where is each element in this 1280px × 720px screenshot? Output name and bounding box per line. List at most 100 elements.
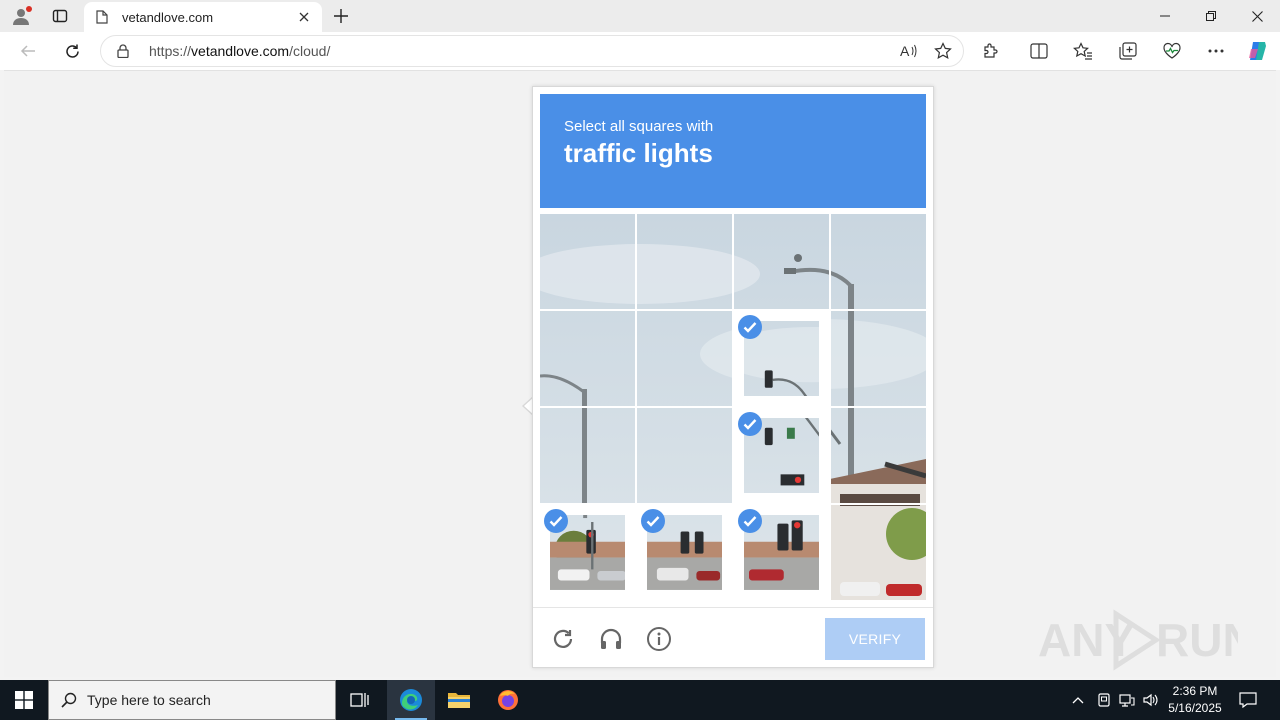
speaker-icon: [1143, 693, 1158, 707]
arrow-left-icon: [20, 45, 35, 57]
taskbar-search[interactable]: Type here to search: [48, 680, 336, 720]
captcha-tile[interactable]: [637, 505, 732, 600]
checkmark-icon: [738, 315, 762, 339]
meet-now-tray[interactable]: [1094, 680, 1114, 720]
browser-toolbar: https://vetandlove.com/cloud/ A: [0, 32, 1280, 70]
captcha-tile[interactable]: [540, 505, 635, 600]
edge-icon: [400, 689, 422, 711]
volume-tray[interactable]: [1140, 680, 1162, 720]
captcha-tile[interactable]: [540, 214, 635, 309]
split-screen-button[interactable]: [1025, 37, 1053, 65]
minimize-icon: [1160, 15, 1170, 17]
favorites-list-icon: [1073, 42, 1092, 60]
refresh-button[interactable]: [58, 37, 86, 65]
tile-image: [540, 408, 635, 503]
clock-date: 5/16/2025: [1168, 701, 1222, 715]
file-explorer-taskbar-app[interactable]: [435, 680, 483, 720]
url-host: vetandlove.com: [191, 43, 290, 59]
collections-icon: [1119, 42, 1137, 60]
notification-icon: [1239, 692, 1257, 708]
verify-button[interactable]: VERIFY: [825, 618, 925, 660]
captcha-tile[interactable]: [734, 214, 829, 309]
collections-button[interactable]: [1114, 37, 1142, 65]
windows-logo-icon: [15, 691, 33, 709]
profile-avatar[interactable]: [8, 4, 34, 28]
read-aloud-icon[interactable]: A: [895, 37, 923, 65]
windows-taskbar: Type here to search 2:36 PM 5/16/2025: [0, 680, 1280, 720]
close-icon: [1251, 10, 1263, 22]
svg-text:RUN: RUN: [1156, 614, 1238, 666]
new-tab-button[interactable]: [330, 5, 352, 27]
url-path: /cloud/: [289, 43, 331, 59]
taskbar-clock[interactable]: 2:36 PM 5/16/2025: [1160, 683, 1230, 717]
svg-text:A: A: [900, 43, 910, 59]
page-icon: [94, 9, 110, 25]
captcha-tile[interactable]: [831, 214, 926, 309]
copilot-button[interactable]: [1244, 37, 1272, 65]
anyrun-watermark: ANY RUN: [1038, 608, 1238, 672]
captcha-tile[interactable]: [831, 408, 926, 503]
show-hidden-icons-button[interactable]: [1068, 680, 1088, 720]
tab-actions-button[interactable]: [46, 4, 74, 28]
tab-actions-icon: [52, 9, 68, 23]
lock-icon[interactable]: [117, 43, 133, 59]
restore-button[interactable]: [1188, 0, 1234, 32]
notification-dot: [26, 6, 32, 12]
tile-image: [734, 214, 829, 309]
favorite-star-icon[interactable]: [929, 37, 957, 65]
close-window-button[interactable]: [1234, 0, 1280, 32]
tab-title: vetandlove.com: [122, 9, 214, 25]
info-icon: [647, 627, 671, 651]
captcha-image-grid: [540, 214, 926, 600]
captcha-tile[interactable]: [734, 408, 829, 503]
folder-icon: [448, 693, 470, 708]
extensions-button[interactable]: [977, 37, 1005, 65]
captcha-tile[interactable]: [831, 311, 926, 406]
url-text[interactable]: https://vetandlove.com/cloud/: [149, 43, 895, 59]
tile-image: [540, 214, 635, 309]
browser-essentials-button[interactable]: [1158, 37, 1186, 65]
captcha-challenge: Select all squares with traffic lights V…: [532, 86, 934, 668]
captcha-tile[interactable]: [637, 311, 732, 406]
settings-more-button[interactable]: [1202, 37, 1230, 65]
captcha-footer: VERIFY: [533, 607, 933, 668]
captcha-tile[interactable]: [637, 408, 732, 503]
close-tab-icon[interactable]: [296, 9, 312, 25]
captcha-header: Select all squares with traffic lights: [540, 94, 926, 208]
reload-challenge-button[interactable]: [548, 624, 578, 654]
anyrun-logo-icon: ANY RUN: [1038, 609, 1238, 671]
copilot-icon: [1249, 42, 1266, 60]
captcha-tile[interactable]: [540, 311, 635, 406]
captcha-target: traffic lights: [564, 138, 713, 168]
network-tray[interactable]: [1116, 680, 1138, 720]
tile-image: [540, 311, 635, 406]
headphones-icon: [600, 628, 622, 649]
restore-icon: [1206, 11, 1216, 21]
minimize-button[interactable]: [1142, 0, 1188, 32]
favorites-button[interactable]: [1069, 37, 1097, 65]
captcha-tile[interactable]: [831, 505, 926, 600]
captcha-tile[interactable]: [637, 214, 732, 309]
checkmark-icon: [641, 509, 665, 533]
tile-image: [637, 311, 732, 406]
edge-taskbar-app[interactable]: [387, 680, 435, 720]
checkmark-icon: [738, 412, 762, 436]
start-button[interactable]: [0, 680, 48, 720]
firefox-taskbar-app[interactable]: [484, 680, 532, 720]
captcha-tile[interactable]: [540, 408, 635, 503]
info-button[interactable]: [644, 624, 674, 654]
notifications-button[interactable]: [1234, 680, 1262, 720]
back-button[interactable]: [14, 37, 42, 65]
firefox-icon: [498, 690, 518, 710]
captcha-tile[interactable]: [734, 505, 829, 600]
browser-tab[interactable]: vetandlove.com: [84, 2, 322, 32]
url-scheme: https://: [149, 43, 192, 59]
audio-challenge-button[interactable]: [596, 624, 626, 654]
tab-bar: vetandlove.com: [0, 0, 1280, 32]
tile-image: [831, 408, 926, 503]
tile-image: [831, 505, 926, 600]
heartbeat-icon: [1163, 42, 1181, 59]
address-bar[interactable]: https://vetandlove.com/cloud/ A: [100, 35, 964, 67]
captcha-tile[interactable]: [734, 311, 829, 406]
task-view-button[interactable]: [336, 680, 384, 720]
